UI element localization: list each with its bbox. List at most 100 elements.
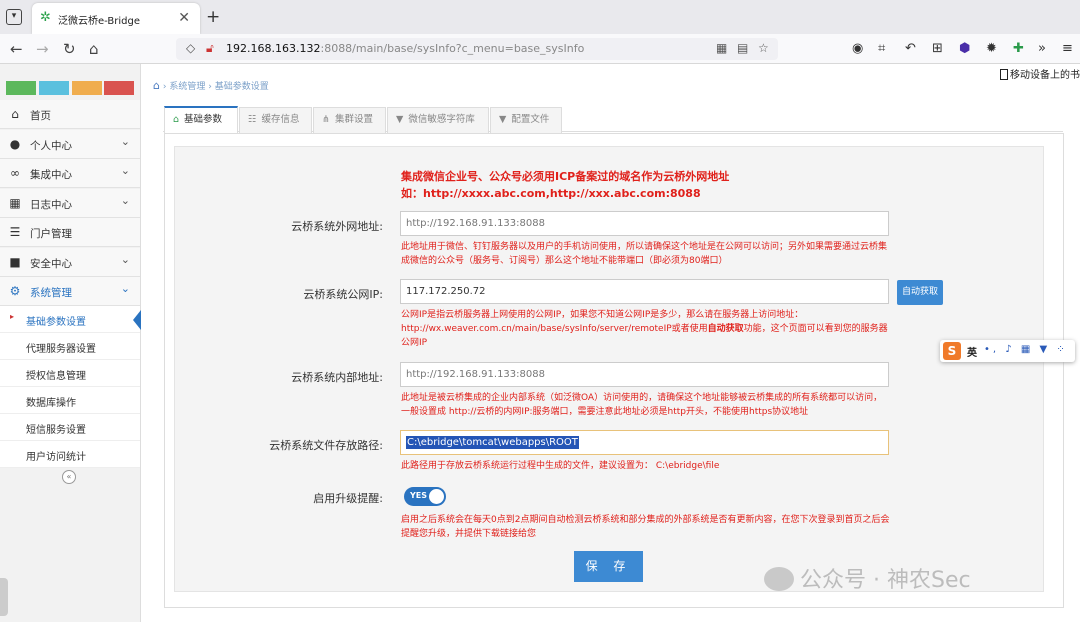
chevron-down-icon: ⌄ bbox=[120, 134, 130, 148]
ime-language[interactable]: 英 bbox=[967, 344, 977, 359]
sidebar-item-label: 日志中心 bbox=[30, 198, 72, 211]
extension-bug-icon[interactable]: ✹ bbox=[986, 41, 997, 57]
internal-address-input[interactable]: http://192.168.91.133:8088 bbox=[400, 362, 889, 387]
overflow-chevrons-icon[interactable]: » bbox=[1038, 41, 1046, 57]
shortcut-blue[interactable] bbox=[39, 81, 69, 95]
sidebar-item[interactable]: ∞ 集成中心 ⌄ bbox=[0, 159, 140, 188]
browser-tab[interactable]: ✲ 泛微云桥e-Bridge ✕ bbox=[32, 3, 200, 34]
close-tab-icon[interactable]: ✕ bbox=[178, 10, 190, 26]
auto-detect-link[interactable]: 自动获取 bbox=[708, 324, 744, 334]
sidebar-subitem[interactable]: ▸ 基础参数设置 bbox=[0, 306, 141, 333]
home-icon: ⌂ bbox=[11, 107, 19, 121]
tab-icon: ⌂ bbox=[173, 114, 180, 125]
url-bar[interactable]: ◇ 🔓︎ 192.168.163.132:8088/main/base/sysI… bbox=[176, 38, 778, 60]
content-tab[interactable]: ▼ 微信敏感字符库 bbox=[387, 107, 489, 133]
breadcrumb-item[interactable]: 系统管理 bbox=[169, 82, 205, 92]
tab-icon: ▼ bbox=[499, 114, 507, 125]
breadcrumb-item[interactable]: 基础参数设置 bbox=[215, 82, 269, 92]
sidebar-item[interactable]: ⌂ 首页 bbox=[0, 100, 140, 129]
file-path-value: C:\ebridge\tomcat\webapps\ROOT bbox=[406, 436, 579, 449]
window-menu-icon[interactable]: ▾ bbox=[6, 9, 22, 25]
url-text[interactable]: 192.168.163.132:8088/main/base/sysInfo?c… bbox=[226, 42, 584, 55]
sidebar-item[interactable]: ● 个人中心 ⌄ bbox=[0, 129, 140, 159]
screenshot-icon[interactable]: ⌗ bbox=[878, 41, 885, 57]
extension-plugin-icon[interactable]: ✚ bbox=[1013, 41, 1024, 57]
save-button[interactable]: 保 存 bbox=[574, 551, 643, 582]
sidebar-subitem[interactable]: 代理服务器设置 bbox=[0, 333, 140, 360]
tab-icon: ⋔ bbox=[322, 114, 330, 125]
sogou-logo-icon[interactable]: S bbox=[943, 342, 961, 360]
upgrade-reminder-hint: 启用之后系统会在每天0点到2点期间自动检测云桥系统和部分集成的外部系统是否有更新… bbox=[401, 515, 890, 539]
calendar-icon: ▦ bbox=[9, 195, 21, 210]
sidebar-subitem-label: 数据库操作 bbox=[26, 398, 76, 409]
content-tab-label: 集群设置 bbox=[334, 114, 373, 125]
chevron-down-icon: ⌄ bbox=[120, 193, 130, 207]
lock-icon: ■ bbox=[9, 254, 21, 269]
public-ip-hint: 公网IP是指云桥服务器上网使用的公网IP，如果您不知道公网IP是多少，那么请在服… bbox=[401, 308, 891, 350]
sidebar-item[interactable]: ▦ 日志中心 ⌄ bbox=[0, 188, 140, 218]
upgrade-reminder-label: 启用升级提醒: bbox=[313, 492, 383, 505]
external-address-input[interactable]: http://192.168.91.133:8088 bbox=[400, 211, 889, 236]
content-tab[interactable]: ⌂ 基础参数 bbox=[164, 106, 238, 133]
ime-tool-icons[interactable]: •, ♪ ▦ ▼ ⁘ bbox=[984, 344, 1068, 355]
shortcut-orange[interactable] bbox=[72, 81, 102, 95]
sidebar-subitem-label: 短信服务设置 bbox=[26, 425, 86, 436]
sidebar-subitem-label: 代理服务器设置 bbox=[26, 344, 96, 355]
external-address-hint: 此地址用于微信、钉钉服务器以及用户的手机访问使用，所以请确保这个地址是在公网可以… bbox=[401, 242, 888, 266]
home-icon[interactable]: ⌂ bbox=[89, 40, 99, 58]
content-tab-label: 缓存信息 bbox=[261, 114, 300, 125]
content-tab-label: 基础参数 bbox=[184, 114, 223, 125]
sidebar-item[interactable]: ■ 安全中心 ⌄ bbox=[0, 247, 140, 277]
mobile-bookmarks-label: 移动设备上的书签 bbox=[1010, 70, 1080, 81]
content-tab-label: 微信敏感字符库 bbox=[408, 114, 475, 125]
account-icon[interactable]: ◉ bbox=[852, 41, 863, 57]
undo-icon[interactable]: ↶ bbox=[905, 41, 916, 57]
file-path-input[interactable]: C:\ebridge\tomcat\webapps\ROOT bbox=[400, 430, 889, 455]
watermark: 公众号 · 神农Sec bbox=[764, 562, 971, 594]
forward-icon[interactable]: → bbox=[36, 40, 49, 58]
back-icon[interactable]: ← bbox=[10, 40, 23, 58]
ime-toolbar[interactable]: S 英 •, ♪ ▦ ▼ ⁘ bbox=[940, 340, 1075, 362]
insecure-lock-icon[interactable]: 🔓︎ bbox=[206, 41, 214, 56]
link-icon: ∞ bbox=[10, 166, 20, 180]
shield-icon[interactable]: ◇ bbox=[186, 41, 195, 55]
new-tab-icon[interactable]: + bbox=[206, 7, 220, 27]
sidebar-subitem[interactable]: 数据库操作 bbox=[0, 387, 140, 414]
reload-icon[interactable]: ↻ bbox=[63, 40, 76, 58]
sidebar-collapse-icon[interactable]: « bbox=[62, 470, 76, 484]
mobile-bookmarks[interactable]: 移动设备上的书签 bbox=[1000, 66, 1080, 81]
url-host: 192.168.163.132 bbox=[226, 42, 321, 55]
active-arrow-icon: ▸ bbox=[10, 312, 15, 321]
content-tab[interactable]: ⋔ 集群设置 bbox=[313, 107, 386, 133]
tab-title: 泛微云桥e-Bridge bbox=[58, 16, 141, 27]
qr-code-icon[interactable]: ▦ bbox=[716, 41, 727, 55]
public-ip-input[interactable]: 117.172.250.72 bbox=[400, 279, 889, 304]
watermark-text: 公众号 · 神农Sec bbox=[800, 568, 971, 593]
reader-view-icon[interactable]: ▤ bbox=[737, 41, 748, 55]
shortcut-red[interactable] bbox=[104, 81, 134, 95]
extension-hex-icon[interactable]: ⬢ bbox=[959, 41, 970, 57]
shortcut-green[interactable] bbox=[6, 81, 36, 95]
app-menu-icon[interactable]: ≡ bbox=[1062, 41, 1073, 57]
extensions-icon[interactable]: ⊞ bbox=[932, 41, 943, 57]
sidebar-item-label: 个人中心 bbox=[30, 139, 72, 152]
active-notch bbox=[133, 310, 141, 330]
sidebar-item-label: 首页 bbox=[30, 110, 51, 122]
browser-tab-strip: ▾ ✲ 泛微云桥e-Bridge ✕ + bbox=[0, 0, 1080, 34]
user-icon: ● bbox=[9, 136, 21, 151]
mobile-device-icon bbox=[1000, 69, 1008, 80]
content-tab[interactable]: ▼ 配置文件 bbox=[490, 107, 562, 133]
upgrade-reminder-toggle[interactable]: YES bbox=[404, 487, 446, 506]
file-path-hint: 此路径用于存放云桥系统运行过程中生成的文件，建议设置为： C:\ebridge\… bbox=[401, 461, 720, 471]
file-path-label: 云桥系统文件存放路径: bbox=[269, 439, 383, 452]
icp-warning: 集成微信企业号、公众号必须用ICP备案过的域名作为云桥外网地址 bbox=[401, 170, 730, 183]
internal-address-label: 云桥系统内部地址: bbox=[291, 371, 383, 384]
breadcrumb-home-icon[interactable]: ⌂ bbox=[153, 79, 160, 92]
auto-detect-button[interactable]: 自动获取 bbox=[897, 280, 943, 305]
bookmark-star-icon[interactable]: ☆ bbox=[758, 41, 769, 55]
external-address-label: 云桥系统外网地址: bbox=[291, 220, 383, 233]
icp-example: 如：http://xxxx.abc.com,http://xxx.abc.com… bbox=[401, 187, 701, 200]
site-favicon-icon: ✲ bbox=[40, 10, 51, 25]
tab-icon: ▼ bbox=[396, 114, 404, 125]
content-tab[interactable]: ☷ 缓存信息 bbox=[239, 107, 312, 133]
